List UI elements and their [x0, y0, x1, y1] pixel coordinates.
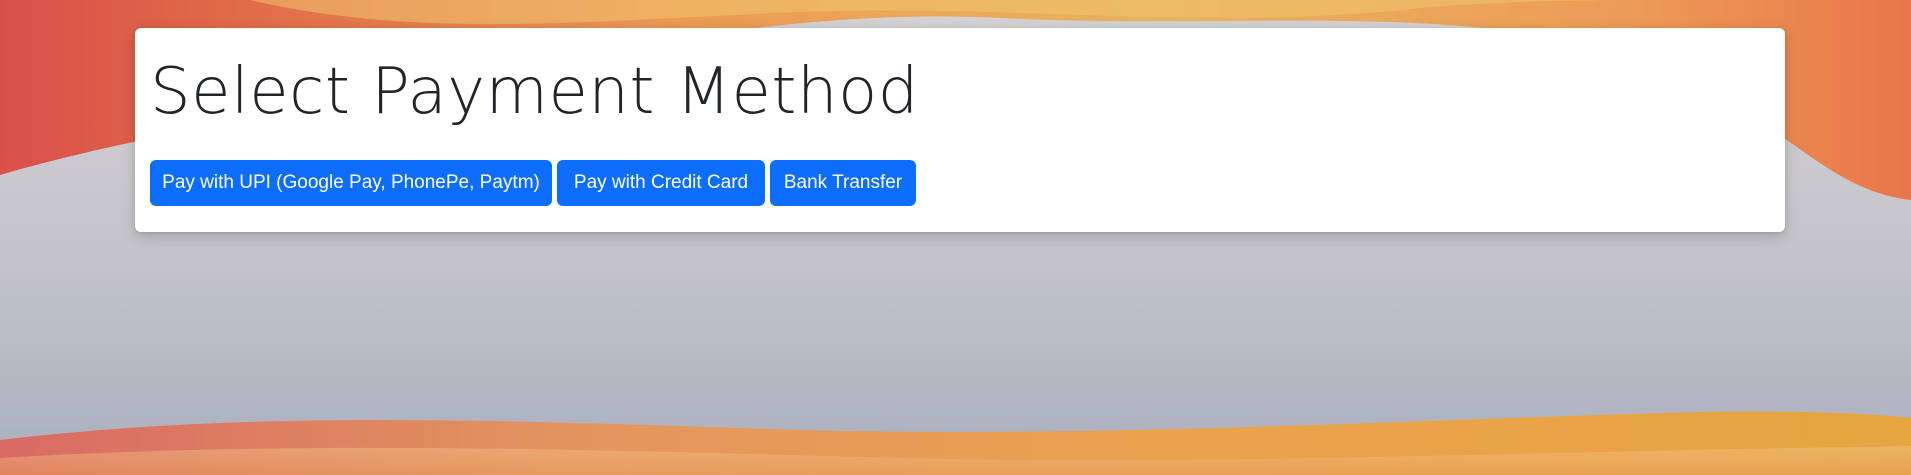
payment-method-card: Select Payment Method Pay with UPI (Goog… — [135, 28, 1785, 232]
bank-transfer-button[interactable]: Bank Transfer — [770, 160, 916, 206]
page-title: Select Payment Method — [150, 55, 919, 129]
pay-with-credit-card-button[interactable]: Pay with Credit Card — [557, 160, 765, 206]
pay-with-upi-button[interactable]: Pay with UPI (Google Pay, PhonePe, Paytm… — [150, 160, 552, 206]
payment-options: Pay with UPI (Google Pay, PhonePe, Paytm… — [150, 160, 916, 206]
